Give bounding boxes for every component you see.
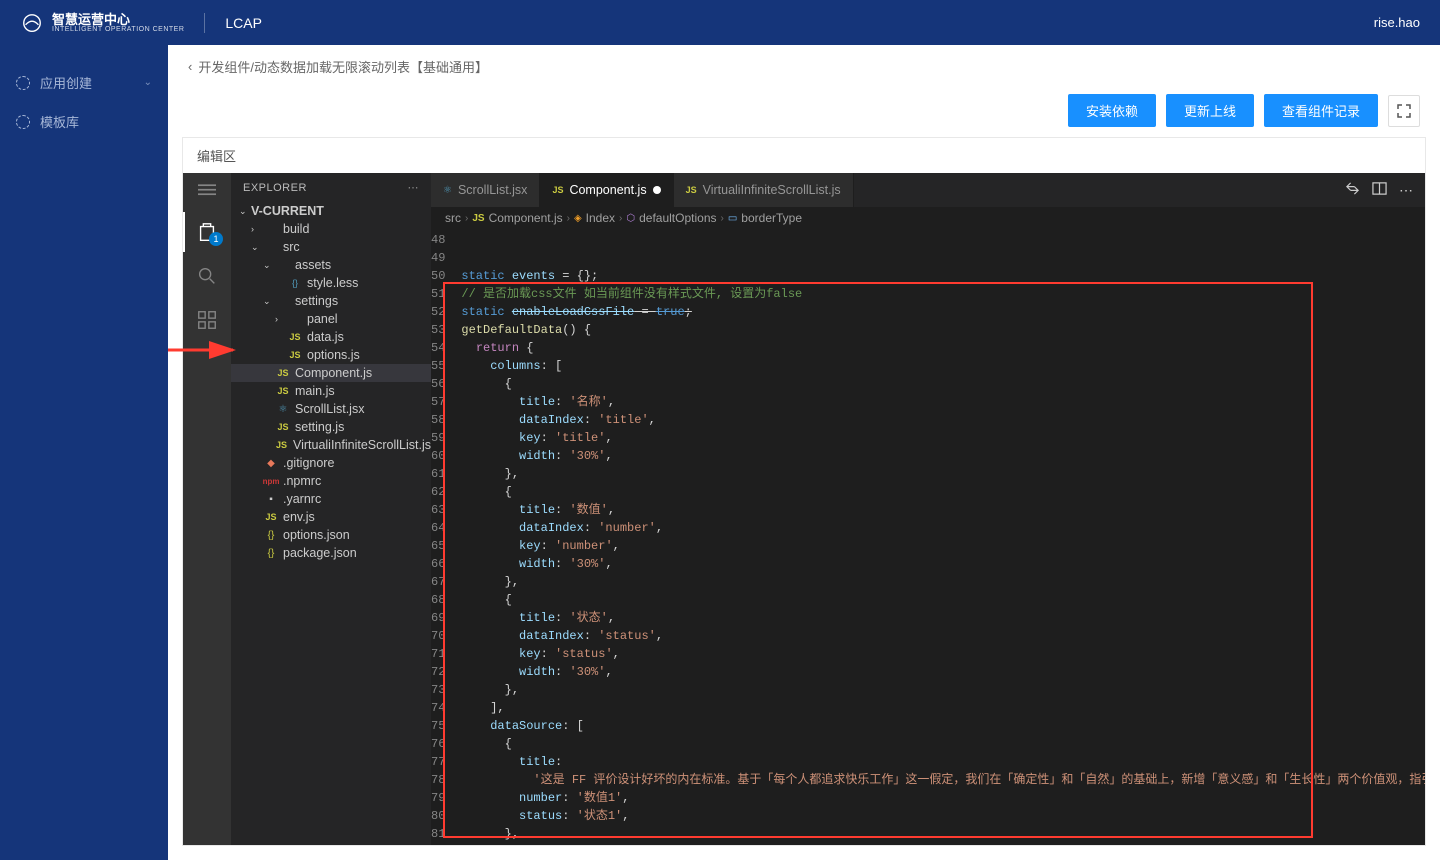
tree-item[interactable]: ⌄settings [231,292,431,310]
activity-badge: 1 [209,232,223,246]
tree-item[interactable]: ◆.gitignore [231,454,431,472]
dashed-circle-icon [16,76,30,90]
editor-tab[interactable]: ⚛ScrollList.jsx [431,173,540,207]
split-icon[interactable] [1372,181,1387,199]
chevron-right-icon: › [567,213,570,224]
editor-area: ⚛ScrollList.jsxJSComponent.jsJSVirtualiI… [431,173,1425,845]
back-button[interactable]: ‹ [188,59,192,74]
extensions-activity[interactable] [183,300,231,340]
left-sidebar: 应用创建 ⌄ 模板库 [0,45,168,860]
chevron-down-icon: ⌄ [239,206,251,217]
sidebar-item-app-create[interactable]: 应用创建 ⌄ [0,63,168,102]
more-icon[interactable]: ⋯ [1399,182,1413,199]
chevron-right-icon: › [619,213,622,224]
view-history-button[interactable]: 查看组件记录 [1264,94,1378,127]
crumb: borderType [741,211,802,225]
symbol-icon: ◈ [574,213,582,224]
tree-item[interactable]: JSdata.js [231,328,431,346]
tree-item[interactable]: JSoptions.js [231,346,431,364]
editor-tabs: ⚛ScrollList.jsxJSComponent.jsJSVirtualiI… [431,173,1425,207]
search-activity[interactable] [183,256,231,296]
breadcrumb-path: 开发组件/动态数据加载无限滚动列表【基础通用】 [198,57,488,76]
tree-item[interactable]: JSenv.js [231,508,431,526]
breadcrumb-bar: ‹ 开发组件/动态数据加载无限滚动列表【基础通用】 [168,45,1440,84]
dashed-circle-icon [16,115,30,129]
explorer-header: EXPLORER ⋯ [231,173,431,202]
install-deps-button[interactable]: 安装依赖 [1068,94,1156,127]
tree-item[interactable]: npm.npmrc [231,472,431,490]
tab-actions: ⋯ [1333,173,1425,207]
logo-subtitle: INTELLIGENT OPERATION CENTER [52,26,184,33]
crumb: src [445,211,461,225]
logo-text: 智慧运营中心 INTELLIGENT OPERATION CENTER [52,13,184,33]
sidebar-item-label: 应用创建 [40,73,92,92]
crumb: Component.js [489,211,563,225]
publish-button[interactable]: 更新上线 [1166,94,1254,127]
chevron-down-icon: ⌄ [144,77,152,88]
editor-label: 编辑区 [183,138,1425,173]
explorer-panel: EXPLORER ⋯ ⌄ V-CURRENT ›build⌄src⌄assets… [231,173,431,845]
header-user[interactable]: rise.hao [1374,15,1420,30]
tree-item[interactable]: JSComponent.js [231,364,431,382]
sidebar-item-templates[interactable]: 模板库 [0,102,168,141]
file-tree: ⌄ V-CURRENT ›build⌄src⌄assets{}style.les… [231,202,431,845]
header-app-name: LCAP [225,15,262,31]
tree-item[interactable]: ⌄assets [231,256,431,274]
tree-item[interactable]: JSmain.js [231,382,431,400]
tree-item[interactable]: JSsetting.js [231,418,431,436]
tree-item[interactable]: ⚛ScrollList.jsx [231,400,431,418]
tree-item[interactable]: {}style.less [231,274,431,292]
crumb: Index [586,211,615,225]
crumb: defaultOptions [639,211,716,225]
tree-root[interactable]: ⌄ V-CURRENT [231,202,431,220]
logo-title: 智慧运营中心 [52,13,184,26]
breadcrumb-code[interactable]: src › JS Component.js › ◈ Index › ⬡ defa… [431,207,1425,229]
js-icon: JS [472,213,484,224]
toolbar: 安装依赖 更新上线 查看组件记录 [168,84,1440,137]
editor-tab[interactable]: JSComponent.js [540,173,673,207]
tree-item[interactable]: ▪.yarnrc [231,490,431,508]
code-area[interactable]: 4849505152535455565758596061626364656667… [431,229,1425,845]
tree-item[interactable]: ›build [231,220,431,238]
tree-item[interactable]: ›panel [231,310,431,328]
compare-icon[interactable] [1345,181,1360,199]
activity-bar: 1 [183,173,231,845]
vscode-editor: 1 EXPLORER ⋯ [183,173,1425,845]
tree-item[interactable]: ⌄src [231,238,431,256]
logo-icon [20,11,44,35]
tree-item[interactable]: JSVirtualiInfiniteScrollList.js [231,436,431,454]
explorer-title: EXPLORER [243,182,307,194]
top-header: 智慧运营中心 INTELLIGENT OPERATION CENTER LCAP… [0,0,1440,45]
sidebar-item-label: 模板库 [40,112,79,131]
explorer-activity[interactable]: 1 [183,212,231,252]
fullscreen-button[interactable] [1388,95,1420,127]
header-left: 智慧运营中心 INTELLIGENT OPERATION CENTER LCAP [20,11,262,35]
code-content[interactable]: static events = {};// 是否加载css文件 如当前组件没有样… [457,229,1425,845]
menu-icon[interactable] [198,181,216,204]
tree-item[interactable]: {}options.json [231,526,431,544]
chevron-right-icon: › [721,213,724,224]
tree-label: V-CURRENT [251,204,324,218]
tree-item[interactable]: {}package.json [231,544,431,562]
editor-tab[interactable]: JSVirtualiInfiniteScrollList.js [674,173,854,207]
symbol-icon: ▭ [728,213,737,224]
more-icon[interactable]: ⋯ [408,181,420,194]
chevron-right-icon: › [465,213,468,224]
symbol-icon: ⬡ [626,213,635,224]
divider [204,13,205,33]
line-gutter: 4849505152535455565758596061626364656667… [431,229,457,845]
